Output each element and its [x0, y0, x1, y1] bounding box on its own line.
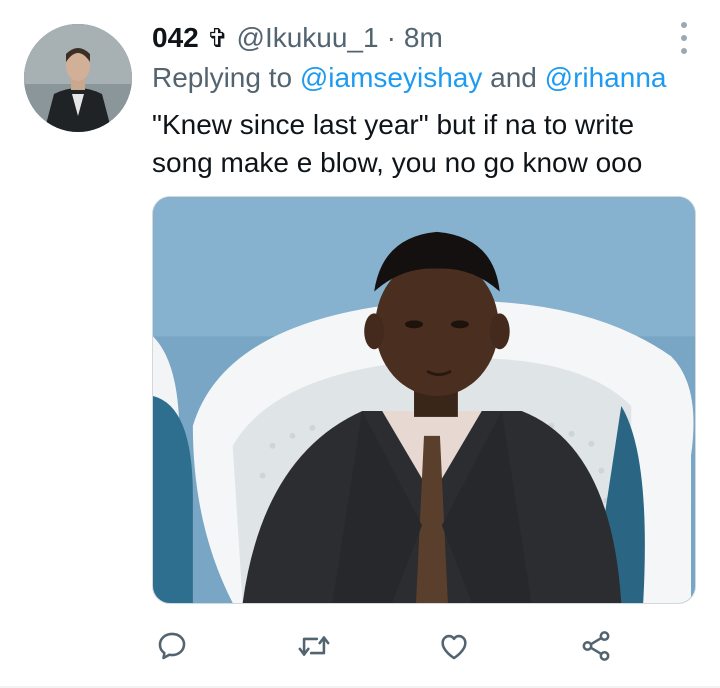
like-icon: [441, 634, 467, 660]
reply-button[interactable]: [152, 626, 192, 666]
like-button[interactable]: [434, 626, 474, 666]
cross-glyph: ✞: [206, 22, 229, 53]
tweet-text-line: "Knew since last year" but if na to writ…: [152, 109, 635, 140]
user-handle[interactable]: @Ikukuu_1: [237, 22, 379, 54]
avatar-image: [24, 24, 132, 132]
avatar[interactable]: [24, 24, 132, 132]
separator-dot: ·: [386, 22, 396, 53]
tweet-text: "Knew since last year" but if na to writ…: [152, 106, 712, 182]
replying-prefix: Replying to: [152, 62, 300, 93]
retweet-button[interactable]: [294, 626, 334, 666]
share-button[interactable]: [576, 626, 616, 666]
tweet[interactable]: 042 ✞ @Ikukuu_1 · 8m Replying to @iamsey…: [0, 0, 720, 688]
share-icon: [582, 631, 610, 661]
media-photo: [153, 197, 695, 603]
replying-to: Replying to @iamseyishay and @rihanna: [152, 62, 700, 94]
tweet-actions: [152, 626, 622, 666]
retweet-icon: [298, 636, 330, 656]
mention-link[interactable]: @iamseyishay: [300, 62, 482, 93]
tweet-header: 042 ✞ @Ikukuu_1 · 8m: [152, 20, 680, 56]
timestamp[interactable]: 8m: [404, 22, 443, 54]
reply-icon: [158, 632, 186, 660]
tweet-media-image[interactable]: [152, 196, 696, 604]
more-options-icon[interactable]: [674, 22, 694, 54]
tweet-text-line: song make e blow, you no go know ooo: [152, 147, 643, 178]
replying-joiner: and: [482, 62, 545, 93]
display-name[interactable]: 042: [152, 22, 199, 54]
mention-link[interactable]: @rihanna: [545, 62, 667, 93]
